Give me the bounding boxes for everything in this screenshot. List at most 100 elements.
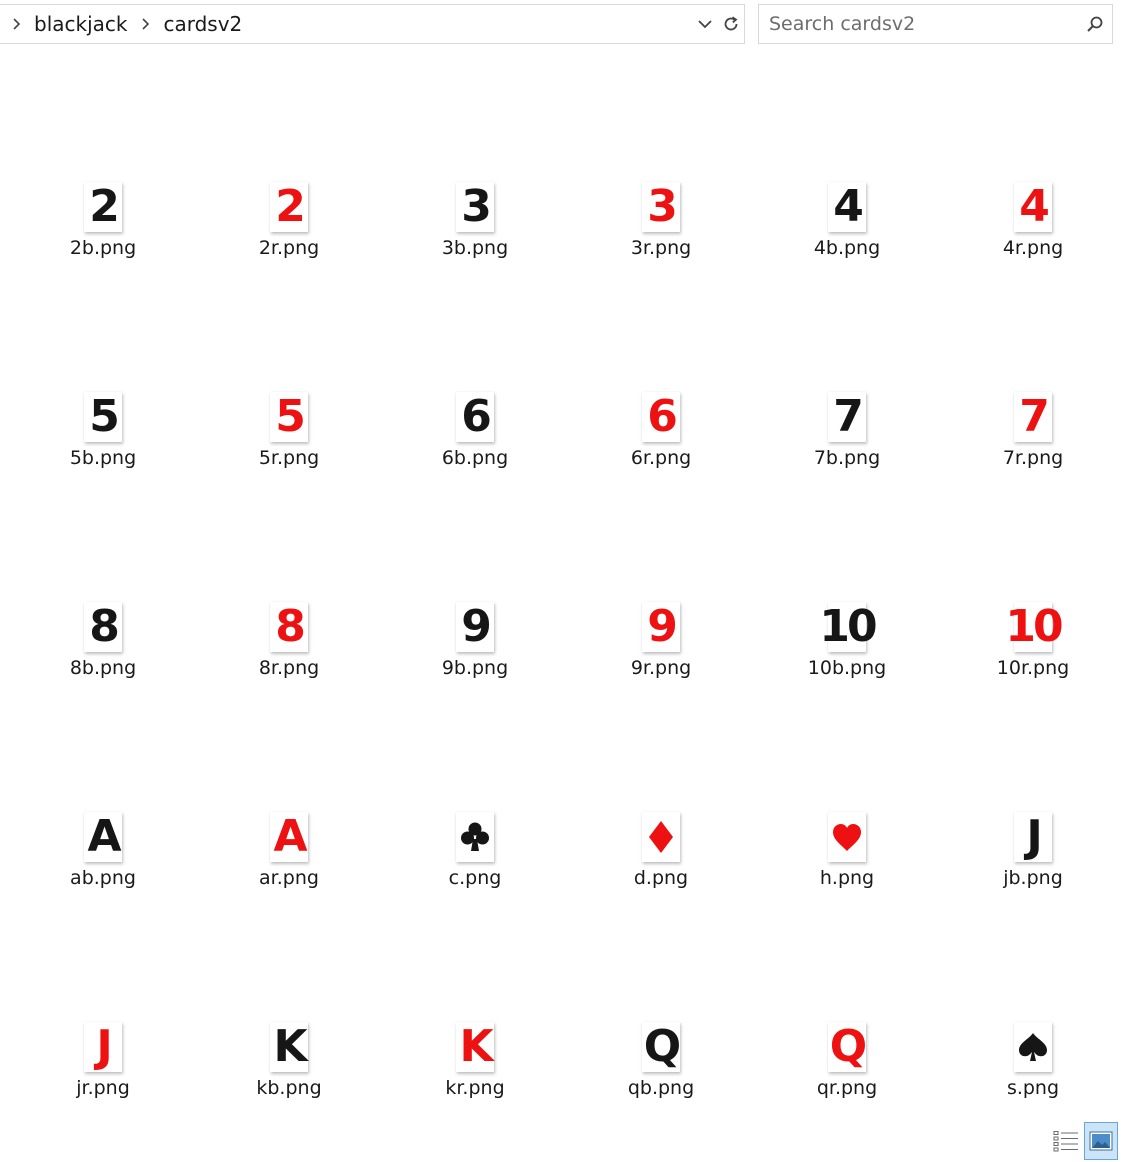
file-item[interactable]: 6 6r.png <box>568 280 754 490</box>
chevron-down-icon <box>698 20 712 29</box>
file-thumbnail: Q <box>642 1021 681 1072</box>
file-item[interactable]: 5 5b.png <box>10 280 196 490</box>
view-switcher <box>1050 1122 1122 1162</box>
club-icon <box>459 820 491 854</box>
card-rank-glyph: 8 <box>275 601 306 652</box>
file-name: 3r.png <box>630 237 692 259</box>
file-name: 9b.png <box>441 657 509 679</box>
file-item[interactable]: s.png <box>940 910 1125 1120</box>
file-item[interactable]: 10 10b.png <box>754 490 940 700</box>
card-rank-glyph: 9 <box>461 601 492 652</box>
file-name: h.png <box>819 867 875 889</box>
card-rank-glyph: 6 <box>647 391 678 442</box>
file-name: 5b.png <box>69 447 137 469</box>
file-thumbnail: 5 <box>270 392 308 442</box>
file-item[interactable]: Q qr.png <box>754 910 940 1120</box>
file-name: jr.png <box>76 1077 130 1099</box>
file-item[interactable]: A ab.png <box>10 700 196 910</box>
file-item[interactable]: 2 2r.png <box>196 70 382 280</box>
file-item[interactable]: J jb.png <box>940 700 1125 910</box>
file-thumbnail <box>642 812 680 862</box>
file-thumbnail: 6 <box>456 392 494 442</box>
card-rank-glyph: 5 <box>89 391 120 442</box>
chevron-right-icon[interactable] <box>4 12 28 36</box>
file-name: 4r.png <box>1002 237 1064 259</box>
file-thumbnail: Q <box>828 1021 867 1072</box>
file-item[interactable]: h.png <box>754 700 940 910</box>
file-item[interactable]: 9 9b.png <box>382 490 568 700</box>
file-thumbnail: 8 <box>270 602 308 652</box>
file-thumbnail: K <box>456 1022 494 1072</box>
file-thumbnail: 2 <box>84 182 122 232</box>
file-thumbnail <box>828 812 866 862</box>
file-item[interactable]: 4 4b.png <box>754 70 940 280</box>
file-thumbnail: 4 <box>1014 182 1052 232</box>
card-rank-glyph: 9 <box>647 601 678 652</box>
file-name: d.png <box>633 867 689 889</box>
file-name: 9r.png <box>630 657 692 679</box>
search-box[interactable] <box>758 4 1113 44</box>
card-rank-glyph: 7 <box>833 391 864 442</box>
file-name: 6b.png <box>441 447 509 469</box>
file-item[interactable]: K kr.png <box>382 910 568 1120</box>
file-thumbnail: 10 <box>1005 602 1064 652</box>
file-thumbnail: A <box>270 812 308 862</box>
chevron-right-icon[interactable] <box>133 12 157 36</box>
file-name: jb.png <box>1003 867 1063 889</box>
card-rank-glyph: A <box>87 811 121 862</box>
file-item[interactable]: K kb.png <box>196 910 382 1120</box>
card-rank-glyph: J <box>96 1021 112 1072</box>
file-name: 10b.png <box>807 657 887 679</box>
file-name: 3b.png <box>441 237 509 259</box>
file-item[interactable]: 8 8r.png <box>196 490 382 700</box>
file-item[interactable]: 9 9r.png <box>568 490 754 700</box>
card-rank-glyph: 10 <box>1005 601 1063 652</box>
file-item[interactable]: 7 7r.png <box>940 280 1125 490</box>
card-rank-glyph: 2 <box>89 181 120 232</box>
search-icon[interactable] <box>1078 5 1112 43</box>
file-name: qr.png <box>816 1077 878 1099</box>
file-thumbnail: A <box>84 812 122 862</box>
file-thumbnail: K <box>270 1022 308 1072</box>
breadcrumb-cardsv2[interactable]: cardsv2 <box>157 12 248 36</box>
search-input[interactable] <box>759 6 1078 42</box>
file-item[interactable]: d.png <box>568 700 754 910</box>
file-thumbnail: 8 <box>84 602 122 652</box>
file-item[interactable]: 8 8b.png <box>10 490 196 700</box>
file-name: 2r.png <box>258 237 320 259</box>
file-thumbnail: 5 <box>84 392 122 442</box>
file-item[interactable]: 5 5r.png <box>196 280 382 490</box>
file-name: 4b.png <box>813 237 881 259</box>
file-thumbnail: 7 <box>828 392 866 442</box>
breadcrumb-blackjack[interactable]: blackjack <box>28 12 133 36</box>
file-item[interactable]: Q qb.png <box>568 910 754 1120</box>
file-name: qb.png <box>627 1077 695 1099</box>
file-name: 6r.png <box>630 447 692 469</box>
file-item[interactable]: A ar.png <box>196 700 382 910</box>
file-thumbnail <box>1014 1022 1052 1072</box>
file-thumbnail: 6 <box>642 392 680 442</box>
file-item[interactable]: 10 10r.png <box>940 490 1125 700</box>
file-item[interactable]: 2 2b.png <box>10 70 196 280</box>
file-name: ab.png <box>70 867 136 889</box>
details-view-icon[interactable] <box>1053 1130 1079 1152</box>
file-list: 2 2b.png 2 2r.png 3 3b.png 3 3r.png 4 4b… <box>10 70 1125 1120</box>
card-rank-glyph: Q <box>643 1021 681 1072</box>
file-thumbnail: 3 <box>642 182 680 232</box>
file-item[interactable]: 3 3r.png <box>568 70 754 280</box>
file-item[interactable]: 7 7b.png <box>754 280 940 490</box>
diamond-icon <box>645 820 677 854</box>
file-item[interactable]: J jr.png <box>10 910 196 1120</box>
refresh-button[interactable] <box>718 5 744 43</box>
file-item[interactable]: 3 3b.png <box>382 70 568 280</box>
card-rank-glyph: 3 <box>461 181 492 232</box>
large-icons-view-button[interactable] <box>1084 1122 1118 1160</box>
file-item[interactable]: c.png <box>382 700 568 910</box>
address-history-dropdown[interactable] <box>692 5 718 43</box>
card-rank-glyph: Q <box>829 1021 867 1072</box>
file-item[interactable]: 4 4r.png <box>940 70 1125 280</box>
address-bar[interactable]: blackjack cardsv2 <box>0 4 745 44</box>
large-icons-view-icon <box>1089 1131 1113 1151</box>
file-name: 7b.png <box>813 447 881 469</box>
file-item[interactable]: 6 6b.png <box>382 280 568 490</box>
